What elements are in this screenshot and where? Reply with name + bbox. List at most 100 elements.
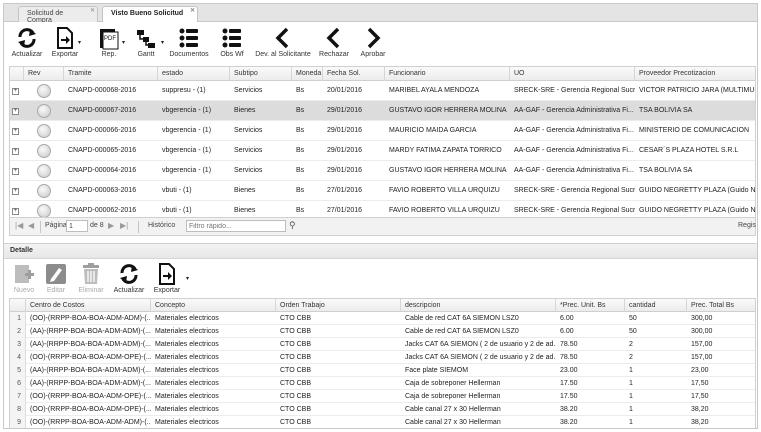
cell-moneda: Bs: [296, 127, 305, 134]
column-header-concepto[interactable]: Concepto: [151, 299, 276, 312]
historico-toggle[interactable]: Histórico: [148, 222, 175, 229]
column-header-moneda[interactable]: Moneda: [292, 67, 323, 81]
table-row[interactable]: 3 (AA)-(RRPP-BOA-BOA-ADM-ADM)-(... Materia…: [10, 338, 755, 351]
cell-uo: AA-GAF - Gerencia Administrativa Fi...: [514, 147, 634, 154]
close-icon[interactable]: ✕: [90, 7, 95, 14]
paging-toolbar: |◀ ◀ Página de 8 ▶ ▶| Histórico ⚲ Regis: [9, 218, 756, 236]
expand-row-icon[interactable]: +: [12, 187, 19, 195]
rev-status-icon[interactable]: [37, 184, 51, 198]
column-header-proveedor[interactable]: Proveedor Precotizacion: [635, 67, 755, 81]
search-icon[interactable]: ⚲: [289, 220, 296, 231]
chevron-down-icon[interactable]: ▾: [122, 39, 125, 46]
svg-text:PDF: PDF: [104, 36, 116, 42]
row-number-header: [10, 299, 26, 312]
cell-descripcion: Caja de sobreponer Hellerman: [405, 393, 501, 400]
expand-row-icon[interactable]: +: [12, 147, 19, 155]
column-header-tramite[interactable]: Tramite: [64, 67, 158, 81]
table-row[interactable]: 9 (OO)-(RRPP-BOA-BOA-ADM-ADM)-(... Materia…: [10, 416, 755, 428]
refresh-icon: [120, 264, 138, 284]
cell-concepto: Materiales electricos: [155, 406, 219, 413]
column-header-centro-costos[interactable]: Centro de Costos: [26, 299, 151, 312]
column-header-subtipo[interactable]: Subtipo: [230, 67, 292, 81]
gantt-button[interactable]: Gantt ▾: [128, 26, 164, 64]
close-icon[interactable]: ✕: [190, 7, 195, 14]
cell-orden: CTO CBB: [280, 367, 311, 374]
rev-status-icon[interactable]: [37, 144, 51, 158]
expand-row-icon[interactable]: +: [12, 207, 19, 215]
tab-solicitud-compra[interactable]: Solicitud de Compra ✕: [18, 6, 98, 24]
chevron-down-icon[interactable]: ▾: [78, 39, 81, 46]
chevron-down-icon[interactable]: ▾: [161, 39, 164, 46]
column-header-estado[interactable]: estado: [158, 67, 230, 81]
column-header-funcionario[interactable]: Funcionario: [385, 67, 510, 81]
exportar-button[interactable]: Exportar ▾: [48, 26, 82, 64]
documentos-button[interactable]: Documentos: [168, 26, 210, 64]
table-row[interactable]: 4 (OO)-(RRPP-BOA-BOA-ADM-OPE)-(... Materia…: [10, 351, 755, 364]
dev-solicitante-button[interactable]: Dev. al Solicitante: [254, 26, 312, 64]
row-number: 8: [10, 403, 26, 416]
cell-orden: CTO CBB: [280, 380, 311, 387]
detail-panel-header: Detalle: [4, 243, 757, 259]
expand-row-icon[interactable]: +: [12, 87, 19, 95]
table-row[interactable]: 1 (OO)-(RRPP-BOA-BOA-ADM-ADM)-(... Materia…: [10, 312, 755, 325]
column-header-descripcion[interactable]: descripcion: [401, 299, 556, 312]
eliminar-button[interactable]: Eliminar: [74, 262, 108, 300]
actualizar-button[interactable]: Actualizar: [10, 26, 44, 64]
editar-button[interactable]: Editar: [42, 262, 70, 300]
rev-status-icon[interactable]: [37, 204, 51, 217]
column-header-fecha[interactable]: Fecha Sol.: [323, 67, 385, 81]
detail-exportar-label: Exportar: [153, 287, 181, 294]
last-page-icon[interactable]: ▶|: [120, 221, 128, 230]
detail-exportar-button[interactable]: Exportar ▾: [150, 262, 189, 300]
prev-page-icon[interactable]: ◀: [28, 221, 34, 230]
expand-row-icon[interactable]: +: [12, 167, 19, 175]
column-header-prec-unit[interactable]: *Prec. Unit. Bs: [556, 299, 625, 312]
cell-cantidad: 1: [629, 393, 633, 400]
table-row[interactable]: + CNAPD-000062-2016 vbuti - (1) Bienes Bs 27/…: [10, 201, 755, 217]
cell-orden: CTO CBB: [280, 341, 311, 348]
nuevo-button[interactable]: Nuevo: [10, 262, 38, 300]
obs-wf-button[interactable]: Obs Wf: [216, 26, 248, 64]
column-header-orden-trabajo[interactable]: Orden Trabajo: [276, 299, 401, 312]
expand-row-icon[interactable]: +: [12, 107, 19, 115]
expand-row-icon[interactable]: +: [12, 127, 19, 135]
table-row[interactable]: + CNAPD-000067-2016 vbgerencia - (1) Bienes…: [10, 101, 755, 121]
rev-status-icon[interactable]: [37, 164, 51, 178]
tab-bar: Solicitud de Compra ✕ Visto Bueno Solici…: [4, 4, 757, 24]
table-row[interactable]: + CNAPD-000065-2016 vbgerencia - (1) Servic…: [10, 141, 755, 161]
cell-descripcion: Caja de sobreponer Hellerman: [405, 380, 501, 387]
table-row[interactable]: 8 (OO)-(RRPP-BOA-BOA-ADM-OPE)-(... Materia…: [10, 403, 755, 416]
rev-status-icon[interactable]: [37, 84, 51, 98]
table-row[interactable]: + CNAPD-000066-2016 vbgerencia - (1) Servic…: [10, 121, 755, 141]
rev-status-icon[interactable]: [37, 104, 51, 118]
detail-actualizar-button[interactable]: Actualizar: [112, 262, 146, 300]
table-row[interactable]: 5 (AA)-(RRPP-BOA-BOA-ADM-ADM)-(... Materia…: [10, 364, 755, 377]
column-header-rev[interactable]: Rev: [24, 67, 64, 81]
tab-visto-bueno[interactable]: Visto Bueno Solicitud ✕: [102, 6, 198, 23]
table-row[interactable]: + CNAPD-000063-2016 vbuti - (1) Bienes Bs 27/…: [10, 181, 755, 201]
next-page-icon[interactable]: ▶: [108, 221, 114, 230]
cell-unit: 23.00: [560, 367, 578, 374]
chevron-left-icon: [326, 27, 340, 49]
first-page-icon[interactable]: |◀: [15, 221, 23, 230]
column-header-prec-total[interactable]: Prec. Total Bs: [687, 299, 755, 312]
quick-filter-input[interactable]: [186, 220, 286, 232]
column-header-uo[interactable]: UO: [510, 67, 635, 81]
table-row[interactable]: + CNAPD-000064-2016 vbgerencia - (1) Servic…: [10, 161, 755, 181]
chevron-down-icon[interactable]: ▾: [186, 275, 189, 282]
rep-button[interactable]: PDF Rep. ▾: [92, 26, 126, 64]
cell-moneda: Bs: [296, 167, 305, 174]
rechazar-button[interactable]: Rechazar: [316, 26, 352, 64]
cell-descripcion: Jacks CAT 6A SIEMON ( 2 de usuario y 2 d…: [405, 341, 556, 348]
table-row[interactable]: 6 (AA)-(RRPP-BOA-BOA-ADM-ADM)-(... Materia…: [10, 377, 755, 390]
cell-tramite: CNAPD-000063-2016: [68, 187, 137, 194]
cell-cantidad: 1: [629, 406, 633, 413]
aprobar-button[interactable]: Aprobar: [356, 26, 390, 64]
column-header-cantidad[interactable]: cantidad: [625, 299, 687, 312]
table-row[interactable]: 2 (AA)-(RRPP-BOA-BOA-ADM-ADM)-(... Materia…: [10, 325, 755, 338]
page-number-input[interactable]: [66, 220, 88, 232]
table-row[interactable]: 7 (OO)-(RRPP-BOA-BOA-ADM-OPE)-(... Materia…: [10, 390, 755, 403]
table-row[interactable]: + CNAPD-000068-2016 suppresu - (1) Servicio…: [10, 81, 755, 101]
cell-total: 157,00: [691, 341, 713, 348]
rev-status-icon[interactable]: [37, 124, 51, 138]
